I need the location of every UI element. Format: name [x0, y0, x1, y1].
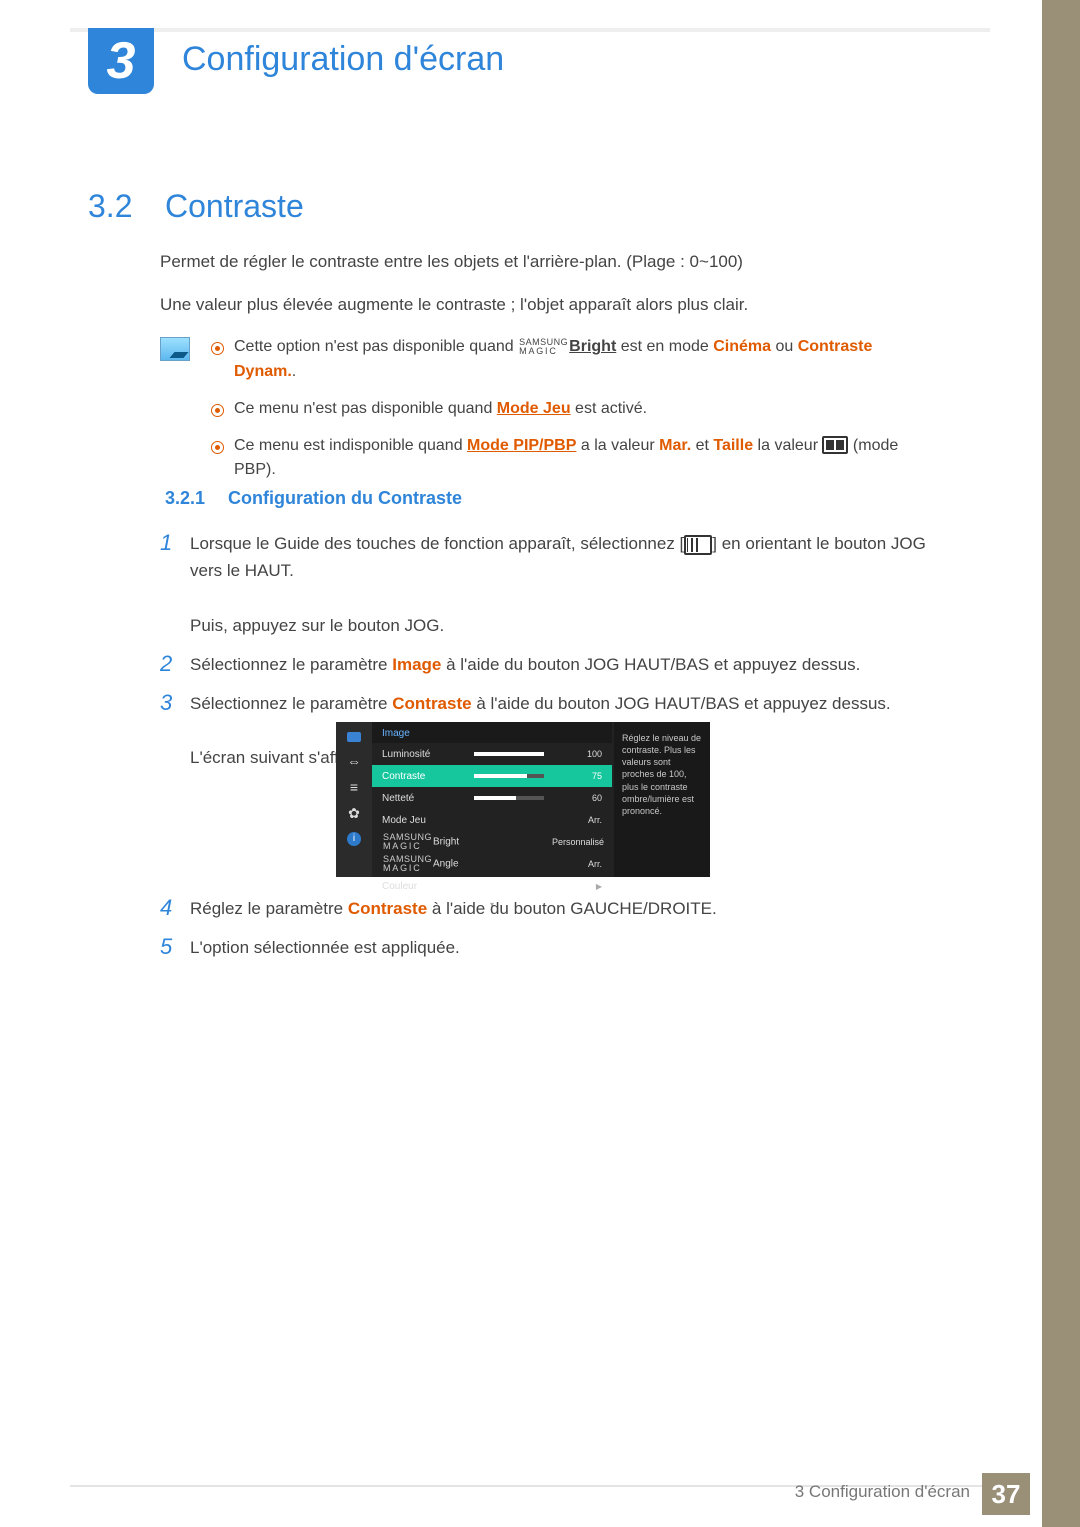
menu-icon — [684, 535, 712, 555]
section-body: Permet de régler le contraste entre les … — [160, 250, 930, 495]
step-text: Lorsque le Guide des touches de fonction… — [190, 530, 930, 639]
step-4: 4 Réglez le paramètre Contraste à l'aide… — [160, 895, 930, 922]
note-2: Ce menu n'est pas disponible quand Mode … — [212, 397, 930, 422]
step-5: 5 L'option sélectionnée est appliquée. — [160, 934, 930, 961]
osd-row-luminosite: Luminosité100 — [372, 743, 612, 765]
osd-help: Réglez le niveau de contraste. Plus les … — [614, 722, 710, 877]
step-num: 2 — [160, 651, 190, 678]
list-icon: ≡ — [346, 780, 362, 794]
gear-icon: ✿ — [346, 806, 362, 820]
note-1: Cette option n'est pas disponible quand … — [212, 335, 930, 385]
osd-screenshot: ⇔ ≡ ✿ i Image Luminosité100 Contraste75 … — [336, 722, 710, 877]
steps-second: 4 Réglez le paramètre Contraste à l'aide… — [160, 895, 930, 973]
osd-row-angle: SAMSUNGMAGICAngleArr. — [372, 853, 612, 875]
display-icon — [347, 732, 361, 742]
section-number: 3.2 — [88, 188, 132, 225]
side-decoration — [1042, 0, 1080, 1527]
osd-row-contraste: Contraste75 — [372, 765, 612, 787]
osd-left-icons: ⇔ ≡ ✿ i — [336, 722, 372, 877]
note-3: Ce menu est indisponible quand Mode PIP/… — [212, 434, 930, 484]
note-icon — [160, 337, 190, 361]
step-num: 3 — [160, 690, 190, 772]
pbp-icon — [822, 436, 848, 454]
section-title: Contraste — [165, 188, 304, 225]
chapter-badge: 3 — [88, 28, 154, 94]
footer-text: 3 Configuration d'écran — [795, 1482, 970, 1502]
step-num: 4 — [160, 895, 190, 922]
osd-main: Image Luminosité100 Contraste75 Netteté6… — [372, 722, 612, 877]
chapter-title: Configuration d'écran — [182, 40, 504, 79]
p2: Une valeur plus élevée augmente le contr… — [160, 293, 930, 318]
step-num: 1 — [160, 530, 190, 639]
step-2: 2 Sélectionnez le paramètre Image à l'ai… — [160, 651, 930, 678]
osd-row-couleur: Couleur▶ — [372, 875, 612, 897]
magic-logo: SAMSUNGMAGIC — [519, 338, 568, 356]
note-box: Cette option n'est pas disponible quand … — [160, 335, 930, 495]
step-text: Réglez le paramètre Contraste à l'aide d… — [190, 895, 930, 922]
p1: Permet de régler le contraste entre les … — [160, 250, 930, 275]
page-number: 37 — [982, 1473, 1030, 1515]
step-num: 5 — [160, 934, 190, 961]
osd-row-modejeu: Mode JeuArr. — [372, 809, 612, 831]
osd-row-bright: SAMSUNGMAGICBrightPersonnalisé — [372, 831, 612, 853]
info-icon: i — [347, 832, 361, 846]
top-divider — [70, 28, 990, 32]
arrows-icon: ⇔ — [346, 754, 362, 768]
note-list: Cette option n'est pas disponible quand … — [212, 335, 930, 495]
chevron-right-icon: ▶ — [552, 882, 602, 891]
step-text: Sélectionnez le paramètre Image à l'aide… — [190, 651, 930, 678]
osd-header: Image — [372, 722, 612, 743]
osd-row-nettete: Netteté60 — [372, 787, 612, 809]
subsection-title: Configuration du Contraste — [228, 488, 462, 509]
step-1: 1 Lorsque le Guide des touches de foncti… — [160, 530, 930, 639]
subsection-number: 3.2.1 — [165, 488, 205, 509]
step-text: L'option sélectionnée est appliquée. — [190, 934, 930, 961]
